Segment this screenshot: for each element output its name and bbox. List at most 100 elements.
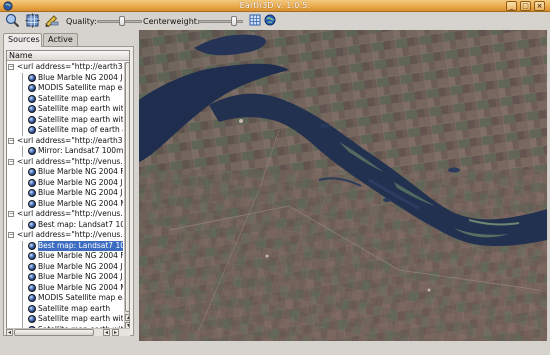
tree-connector-line (22, 125, 23, 136)
tree-item-row[interactable]: Blue Marble NG 2004 Ja (7, 72, 123, 83)
collapse-icon[interactable]: − (8, 137, 14, 144)
minimize-icon: _ (509, 2, 514, 10)
tree-item-row[interactable]: Blue Marble NG 2004 M (7, 198, 123, 209)
tree-item-row[interactable]: MODIS Satellite map ea (7, 83, 123, 94)
scroll-left-arrow-icon[interactable]: ◂ (6, 329, 13, 336)
tree-connector-line (22, 219, 23, 230)
tree-row-label: Satellite map earth with (38, 114, 123, 124)
flat-map-icon[interactable] (249, 14, 261, 26)
tree-row-label: Best map: Landsat7 10 (38, 240, 123, 251)
tree-item-row[interactable]: Blue Marble NG 2004 Ju (7, 188, 123, 199)
tree-row-label: Blue Marble NG 2004 Fe (38, 167, 123, 176)
globe-icon (28, 189, 36, 197)
tree-row-label: Satellite map earth (38, 93, 111, 103)
centerweight-slider-handle[interactable] (231, 16, 237, 26)
tree-item-row[interactable]: Satellite map earth with (7, 314, 123, 325)
tree-row-label: <url address="http://venus.se (17, 156, 123, 166)
tree-item-row[interactable]: Blue Marble NG 2004 Ja (7, 177, 123, 188)
tree-group-row[interactable]: − <url address="http://venus.se (7, 157, 123, 168)
minimize-button[interactable]: _ (506, 1, 517, 11)
tree-connector-line (22, 188, 23, 199)
tree-row-label: MODIS Satellite map ea (38, 293, 123, 302)
tree-item-row[interactable]: Blue Marble NG 2004 M (7, 282, 123, 293)
collapse-icon[interactable]: − (8, 232, 14, 238)
tree-group-row[interactable]: − <url address="http://venus.se (7, 209, 123, 220)
vertical-scrollbar[interactable]: ▴ ▾ (124, 62, 129, 329)
tree-item-row[interactable]: Best map: Landsat7 10 (7, 240, 123, 251)
search-globe-icon[interactable] (5, 13, 20, 28)
globe-icon (28, 168, 36, 176)
close-button[interactable]: × (534, 1, 545, 11)
close-icon: × (536, 2, 543, 10)
tree-connector-line (22, 177, 23, 188)
tree-item-row[interactable]: Blue Marble NG 2004 Fe (7, 167, 123, 178)
sources-panel: Name − <url address="http://earth3d Blue M… (3, 46, 134, 336)
tree-group-row[interactable]: − <url address="http://earth3d (7, 62, 123, 73)
tree-item-row[interactable]: Satellite map earth (7, 93, 123, 104)
tree-item-row[interactable]: Blue Marble NG 2004 Ju (7, 272, 123, 283)
tree-row-label: Blue Marble NG 2004 M (38, 198, 123, 208)
globe-icon (28, 94, 36, 103)
tree-item-row[interactable]: Blue Marble NG 2004 Ja (7, 261, 123, 272)
tree-row-label: Blue Marble NG 2004 Ju (38, 272, 123, 281)
map-view[interactable] (139, 30, 547, 341)
vertical-scroll-thumb[interactable] (125, 62, 129, 312)
tree-item-row[interactable]: MODIS Satellite map ea (7, 293, 123, 304)
tree-item-row[interactable]: Blue Marble NG 2004 Fe (7, 251, 123, 262)
title-bar[interactable]: Earth3D v. 1.0.5. _ □ × (0, 0, 550, 12)
collapse-icon[interactable]: − (8, 64, 14, 70)
grid-map-icon[interactable] (25, 13, 40, 28)
globe-icon (28, 73, 36, 82)
tree-rows: − <url address="http://earth3d Blue Marble… (7, 62, 123, 329)
tree-row-label: <url address="http://venus.se (17, 230, 123, 239)
name-column-header[interactable]: Name (7, 51, 129, 61)
tree-connector-line (22, 167, 23, 178)
globe-icon (28, 294, 36, 302)
tree-row-label: Blue Marble NG 2004 Ja (38, 177, 123, 187)
tab-sources[interactable]: Sources (3, 33, 42, 47)
tree-group-row[interactable]: − <url address="http://earth3d (7, 136, 123, 147)
globe-icon[interactable] (264, 14, 276, 26)
globe-icon (28, 262, 36, 271)
tree-item-row[interactable]: Satellite map earth with (7, 104, 123, 115)
tree-row-label: Mirror: Landsat7 100m/ (38, 146, 123, 155)
tree-item-row[interactable]: Best map: Landsat7 100 (7, 219, 123, 230)
tree-row-label: Satellite map earth (38, 303, 111, 313)
tree-connector-line (22, 314, 23, 325)
tree-connector-line (22, 282, 23, 293)
horizontal-scrollbar[interactable]: ◂ ◂ ▸ (6, 328, 130, 336)
tree-group-row[interactable]: − <url address="http://venus.se (7, 230, 123, 241)
tree-connector-line (22, 240, 23, 251)
collapse-icon[interactable]: − (8, 211, 14, 217)
maximize-button[interactable]: □ (520, 1, 531, 11)
tab-active[interactable]: Active (43, 33, 78, 46)
tree-item-row[interactable]: Satellite map earth (7, 303, 123, 314)
tree-row-label: <url address="http://venus.se (17, 209, 123, 218)
satellite-map[interactable] (139, 30, 547, 341)
status-bar (0, 341, 550, 355)
maximize-icon: □ (522, 2, 529, 10)
tree-row-label: Blue Marble NG 2004 Ju (38, 188, 123, 197)
tree-item-row[interactable]: Satellite map earth with (7, 114, 123, 125)
horizontal-scroll-thumb[interactable] (14, 329, 94, 336)
tree-item-row[interactable]: Satellite map of earth a (7, 125, 123, 136)
tree-connector-line (22, 293, 23, 304)
scroll-left-arrow-icon[interactable]: ◂ (103, 329, 110, 336)
source-tree: Name − <url address="http://earth3d Blue M… (6, 50, 130, 330)
globe-icon (28, 178, 36, 187)
tree-connector-line (22, 114, 23, 125)
tree-row-label: <url address="http://earth3d (17, 62, 123, 71)
globe-icon (28, 147, 36, 155)
scroll-up-arrow-icon[interactable]: ▴ (125, 314, 129, 321)
scroll-right-arrow-icon[interactable]: ▸ (112, 329, 119, 336)
quality-slider-handle[interactable] (118, 16, 125, 26)
window-title: Earth3D v. 1.0.5. (239, 1, 311, 10)
globe-icon (28, 105, 36, 113)
tree-connector-line (22, 251, 23, 262)
tree-item-row[interactable]: Mirror: Landsat7 100m/ (7, 146, 123, 157)
tree-row-label: Satellite map of earth a (38, 125, 123, 134)
pencil-ruler-icon[interactable] (44, 13, 59, 28)
tree-connector-line (22, 303, 23, 314)
tree-row-label: Satellite map earth with (38, 314, 123, 323)
collapse-icon[interactable]: − (8, 158, 14, 165)
